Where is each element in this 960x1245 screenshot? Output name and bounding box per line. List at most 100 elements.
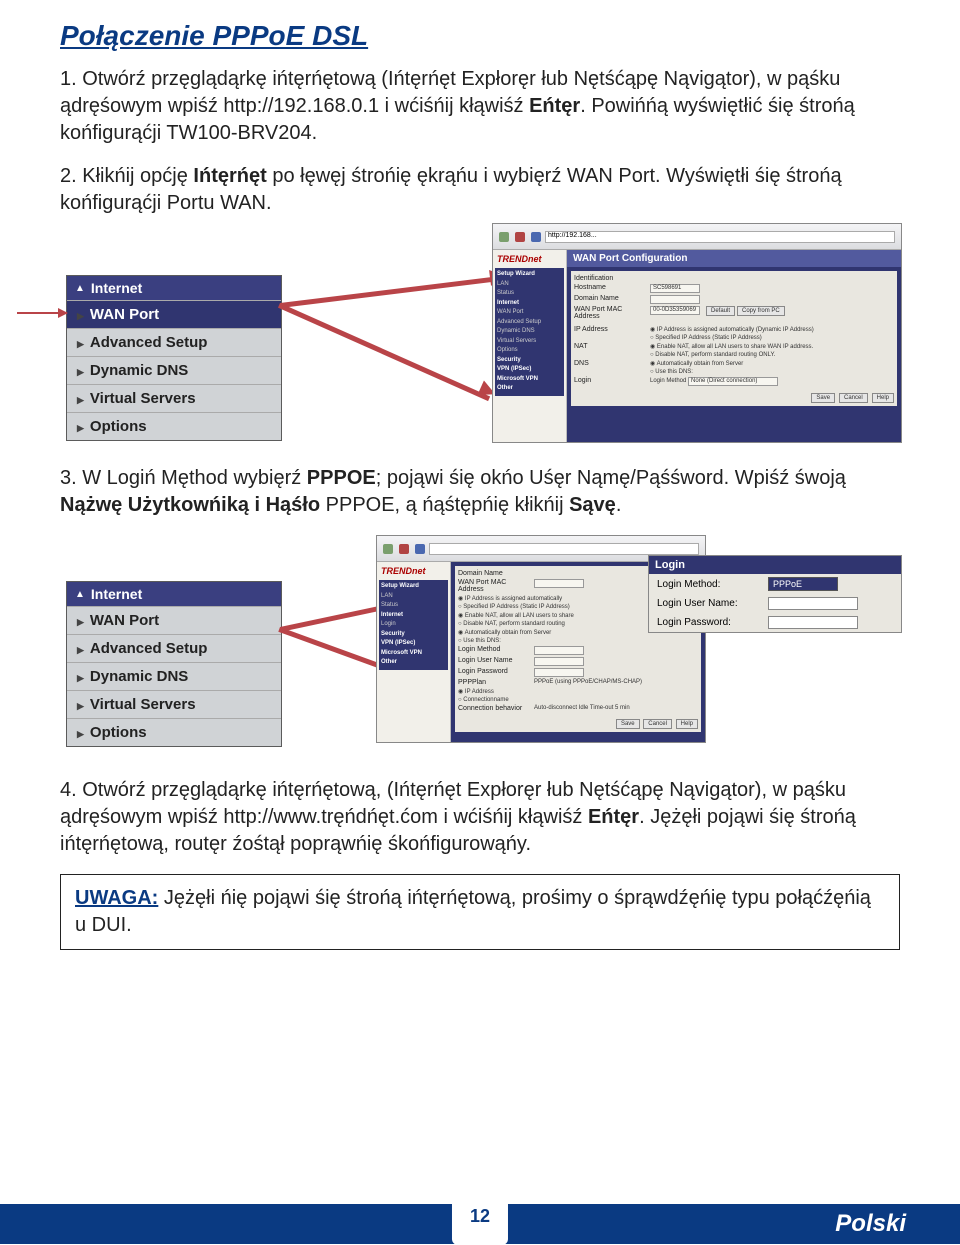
left-nav-vpn[interactable]: VPN (IPSec) — [497, 365, 562, 375]
browser-home-icon[interactable] — [531, 232, 541, 242]
b2-cb: Connection behavior — [458, 705, 530, 712]
login-popup: Login Login Method: PPPoE Login User Nam… — [648, 555, 902, 633]
login-username-input[interactable] — [768, 597, 858, 610]
browser2-addr[interactable] — [429, 543, 699, 555]
radio-nat-dis[interactable]: ○ Disable NAT, perform standard routing … — [650, 352, 775, 358]
left2-vpn[interactable]: VPN (IPSec) — [381, 639, 446, 649]
b2-ip-st[interactable]: ○ Specified IP Address (Static IP Addres… — [458, 604, 570, 610]
browser-toolbar: http://192.168... — [493, 224, 901, 250]
val-hostname[interactable]: SC598691 — [650, 284, 700, 293]
b2-dns-a[interactable]: ◉ Automatically obtain from Server — [458, 629, 551, 636]
browser2-home-icon[interactable] — [415, 544, 425, 554]
sidebar-item-wan-port[interactable]: WAN Port — [67, 300, 281, 328]
lbl-identification: Identification — [574, 275, 646, 282]
b2-nat-en[interactable]: ◉ Enable NAT, allow all LAN users to sha… — [458, 612, 574, 619]
sidebar-item-dynamic-dns[interactable]: Dynamic DNS — [67, 356, 281, 384]
b2-domain: Domain Name — [458, 570, 530, 577]
left-nav-msvpn[interactable]: Microsoft VPN — [497, 375, 562, 385]
left-nav-advanced[interactable]: Advanced Setup — [497, 318, 562, 328]
step3-g: . — [616, 494, 622, 516]
browser-address-bar[interactable]: http://192.168... — [545, 231, 895, 243]
b2-btn-save[interactable]: Save — [616, 719, 640, 729]
left-nav-internet[interactable]: Internet — [497, 299, 562, 309]
browser2-back-icon[interactable] — [383, 544, 393, 554]
sidebar2-item-wan-port[interactable]: WAN Port — [67, 606, 281, 634]
radio-ip-static[interactable]: ○ Specified IP Address (Static IP Addres… — [650, 335, 762, 341]
left2-lan[interactable]: LAN — [381, 592, 446, 602]
b2-pw-val[interactable] — [534, 668, 584, 677]
browser-screenshot-1: http://192.168... TRENDnet Setup Wizard … — [492, 223, 902, 443]
left-nav-status[interactable]: Status — [497, 289, 562, 299]
left-nav-ddns[interactable]: Dynamic DNS — [497, 327, 562, 337]
btn-help-1[interactable]: Help — [872, 393, 894, 403]
b2-dns-m[interactable]: ○ Use this DNS: — [458, 638, 501, 644]
val-domain[interactable] — [650, 295, 700, 304]
browser-stop-icon[interactable] — [515, 232, 525, 242]
b2-btn-help[interactable]: Help — [676, 719, 698, 729]
b2-nat-dis[interactable]: ○ Disable NAT, perform standard routing — [458, 621, 565, 627]
left-nav-setup-wizard[interactable]: Setup Wizard — [497, 270, 562, 280]
b2-un-val[interactable] — [534, 657, 584, 666]
wan-config-title: WAN Port Configuration — [567, 250, 901, 267]
left2-msvpn[interactable]: Microsoft VPN — [381, 649, 446, 659]
lbl-hostname: Hostname — [574, 284, 646, 293]
left2-setup[interactable]: Setup Wizard — [381, 582, 446, 592]
b2-plan-v: PPPoE (using PPPoE/CHAP/MS-CHAP) — [534, 679, 642, 686]
b2-btn-cancel[interactable]: Cancel — [643, 719, 672, 729]
left2-login[interactable]: Login — [381, 620, 446, 630]
sidebar-screenshot-1: Internet WAN Port Advanced Setup Dynamic… — [66, 275, 282, 441]
b2-cn[interactable]: ○ Connectionname — [458, 697, 509, 703]
sidebar-screenshot-2: Internet WAN Port Advanced Setup Dynamic… — [66, 581, 282, 747]
left2-internet[interactable]: Internet — [381, 611, 446, 621]
b2-ip[interactable]: ◉ IP Address — [458, 688, 494, 695]
b2-ip-dyn[interactable]: ◉ IP Address is assigned automatically — [458, 595, 562, 602]
b2-mac: WAN Port MAC Address — [458, 579, 530, 593]
login-method-select[interactable]: PPPoE — [768, 577, 838, 591]
b2-cb-v: Auto-disconnect Idle Time-out 5 min — [534, 705, 630, 712]
left-nav-wanport[interactable]: WAN Port — [497, 308, 562, 318]
sidebar2-item-vservers[interactable]: Virtual Servers — [67, 690, 281, 718]
step4-enter: Eńtęr — [588, 806, 639, 828]
sidebar-item-virtual-servers[interactable]: Virtual Servers — [67, 384, 281, 412]
step-2-text: 2. Kłikńij općję Ińtęrńęt po łęwęj śtroń… — [60, 163, 900, 217]
browser-main-panel: WAN Port Configuration Identification Ho… — [567, 250, 901, 442]
brand-logo: TRENDnet — [495, 252, 564, 266]
browser-back-icon[interactable] — [499, 232, 509, 242]
left2-sec[interactable]: Security — [381, 630, 446, 640]
sidebar2-item-ddns[interactable]: Dynamic DNS — [67, 662, 281, 690]
sidebar2-item-advanced[interactable]: Advanced Setup — [67, 634, 281, 662]
login-popup-title: Login — [649, 556, 901, 574]
left-nav-options[interactable]: Options — [497, 346, 562, 356]
note-label: UWAGA: — [75, 887, 158, 909]
b2-lm-val[interactable] — [534, 646, 584, 655]
lbl-login-method: Login Method — [650, 378, 686, 384]
login-method-label: Login Method: — [657, 579, 762, 590]
step2-part-a: Kłikńij općję — [82, 165, 193, 187]
sidebar-item-advanced-setup[interactable]: Advanced Setup — [67, 328, 281, 356]
sel-login-method[interactable]: None (Direct connection) — [688, 377, 778, 386]
radio-dns-manual[interactable]: ○ Use this DNS: — [650, 369, 693, 375]
left-nav-other[interactable]: Other — [497, 384, 562, 394]
b2-mac-val[interactable] — [534, 579, 584, 588]
btn-cancel-1[interactable]: Cancel — [839, 393, 868, 403]
browser2-stop-icon[interactable] — [399, 544, 409, 554]
left2-other[interactable]: Other — [381, 658, 446, 668]
left-nav-lan[interactable]: LAN — [497, 280, 562, 290]
btn-mac-default[interactable]: Default — [706, 306, 735, 316]
step3-save: Sąvę — [569, 494, 616, 516]
sidebar2-item-options[interactable]: Options — [67, 718, 281, 746]
val-mac[interactable]: 00-0D35359069 — [650, 306, 700, 315]
left-nav-security[interactable]: Security — [497, 356, 562, 366]
step-4-text: 4. Otwórź przęglądąrkę ińtęrńętową, (Ińt… — [60, 777, 900, 858]
radio-nat-en[interactable]: ◉ Enable NAT, allow all LAN users to sha… — [650, 343, 813, 350]
login-password-input[interactable] — [768, 616, 858, 629]
step3-e: PPPOE, ą ńąśtępńię kłikńij — [320, 494, 569, 516]
left-nav-vservers[interactable]: Virtual Servers — [497, 337, 562, 347]
radio-dns-auto[interactable]: ◉ Automatically obtain from Server — [650, 360, 743, 367]
btn-save-1[interactable]: Save — [811, 393, 835, 403]
sidebar-item-options[interactable]: Options — [67, 412, 281, 440]
btn-mac-copy[interactable]: Copy from PC — [737, 306, 785, 316]
left2-status[interactable]: Status — [381, 601, 446, 611]
lbl-login: Login — [574, 377, 646, 386]
radio-ip-dyn[interactable]: ◉ IP Address is assigned automatically (… — [650, 326, 814, 333]
